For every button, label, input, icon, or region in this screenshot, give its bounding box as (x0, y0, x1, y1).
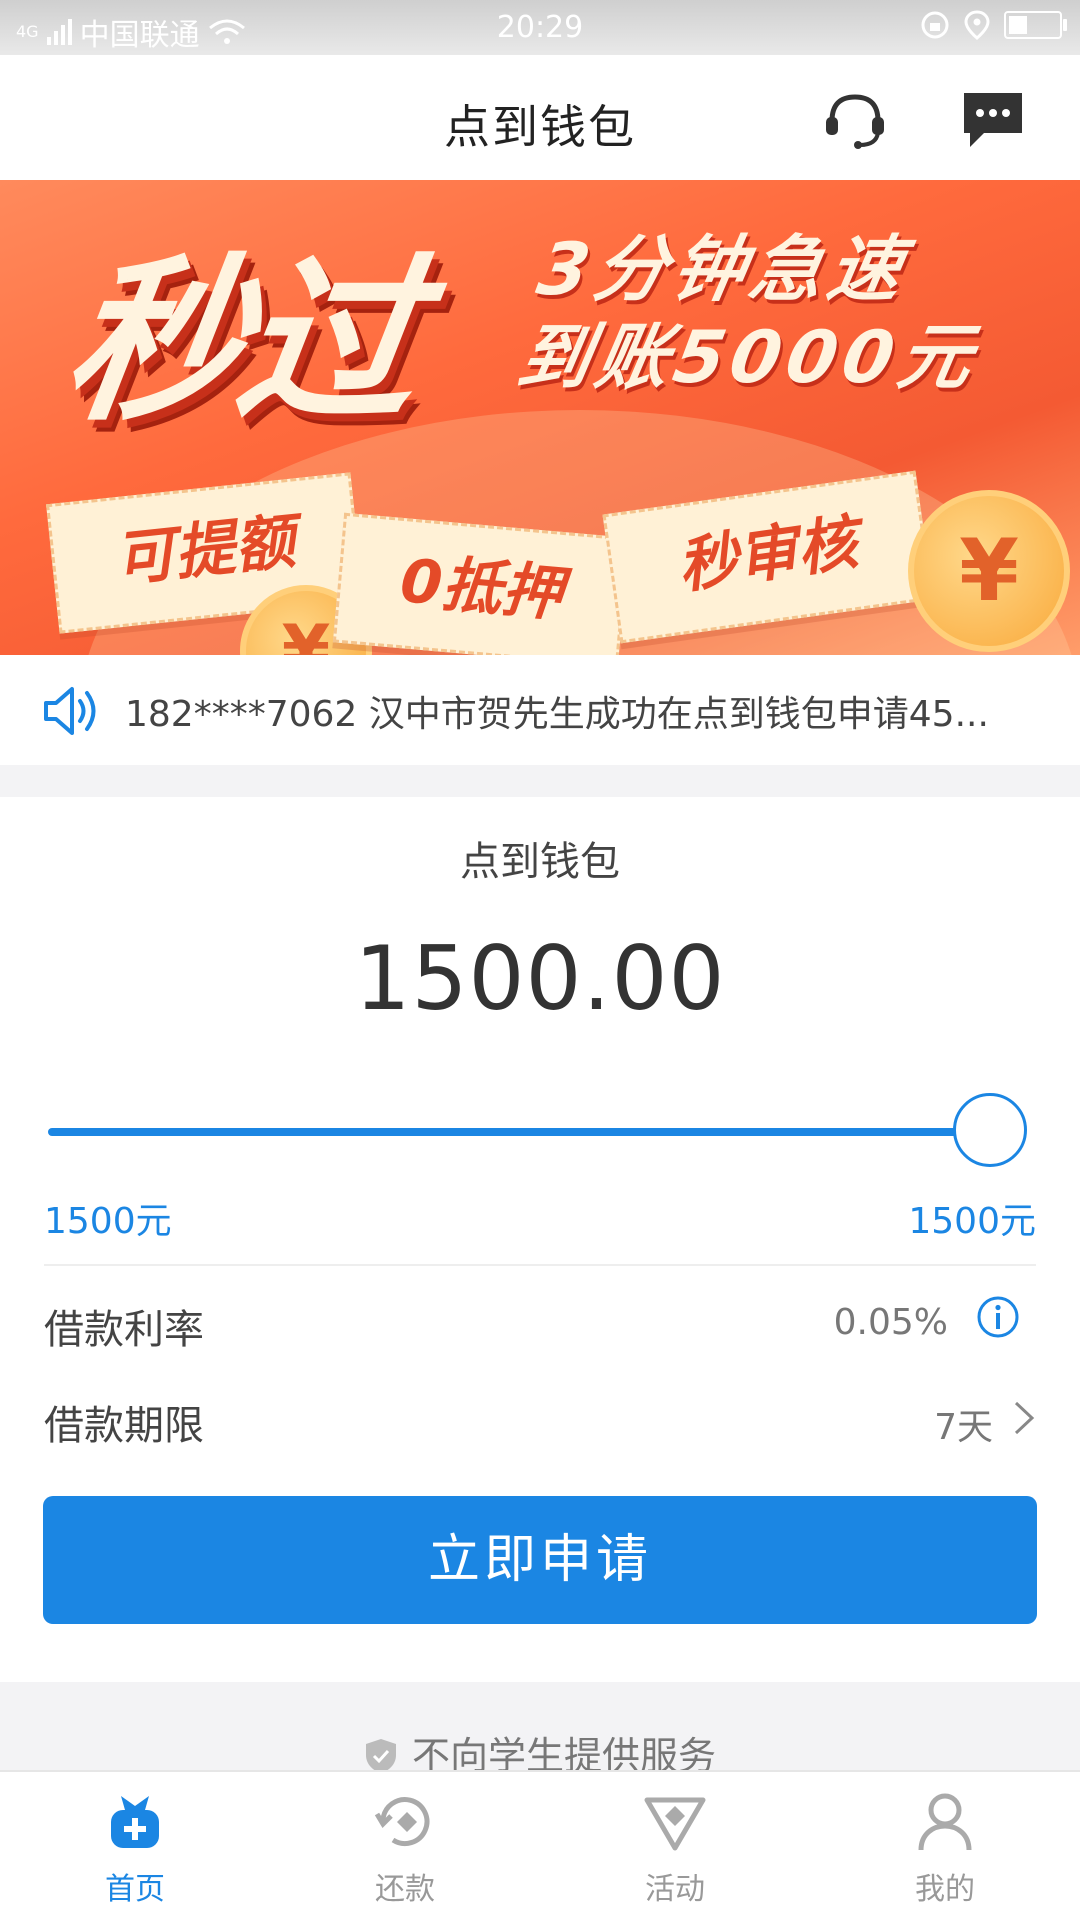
max-amount-label: 1500元 (908, 1201, 1036, 1242)
min-amount-label: 1500元 (44, 1201, 172, 1242)
amount-slider-thumb[interactable] (953, 1093, 1027, 1167)
announcement-text: 182****7062 汉中市贺先生成功在点到钱包申请45... (125, 694, 989, 735)
page-title: 点到钱包 (444, 100, 636, 154)
battery-icon (1004, 11, 1067, 39)
loan-amount: 1500.00 (354, 927, 726, 1030)
loan-card: 点到钱包 1500.00 1500元 1500元 借款利率 0.05% 借款期限… (0, 797, 1080, 1682)
banner-tag-no-collateral: 0抵押 (332, 512, 630, 655)
nav-activity-label: 活动 (645, 1872, 705, 1907)
bottom-navigation: 首页 还款 活动 我的 (0, 1770, 1080, 1922)
app-header: 点到钱包 (0, 55, 1080, 180)
nav-activity[interactable]: 活动 (575, 1790, 775, 1908)
rotation-lock-icon (921, 11, 949, 39)
interest-rate-label: 借款利率 (44, 1307, 204, 1353)
nav-home-label: 首页 (105, 1872, 165, 1907)
loan-term-label: 借款期限 (44, 1403, 204, 1449)
nav-profile-label: 我的 (915, 1872, 975, 1907)
chevron-right-icon[interactable] (1010, 1399, 1038, 1437)
status-bar: 4G 中国联通 20:29 (0, 0, 1080, 55)
interest-rate-value: 0.05% (833, 1302, 948, 1343)
activity-icon (644, 1797, 706, 1851)
nav-repay-label: 还款 (375, 1872, 435, 1907)
product-name: 点到钱包 (460, 839, 620, 885)
chat-bubble-icon[interactable] (958, 85, 1028, 155)
loan-term-value[interactable]: 7天 (934, 1398, 993, 1450)
apply-now-button[interactable]: 立即申请 (43, 1496, 1037, 1624)
divider (44, 1264, 1036, 1266)
nav-repay[interactable]: 还款 (305, 1790, 505, 1908)
amount-slider-track[interactable] (48, 1128, 994, 1136)
profile-icon (918, 1793, 972, 1851)
nav-profile[interactable]: 我的 (845, 1790, 1045, 1908)
location-icon (964, 10, 990, 40)
headset-icon[interactable] (820, 85, 890, 155)
coin-icon: ¥ (908, 490, 1070, 652)
home-bag-icon (111, 1796, 159, 1848)
speaker-icon (44, 687, 96, 735)
announcement-bar: 182****7062 汉中市贺先生成功在点到钱包申请45... (0, 655, 1080, 765)
promo-banner[interactable]: 秒过 3分钟急速 到账5000元 可提额 ¥ 0抵押 秒审核 ¥ (0, 180, 1080, 655)
banner-headline: 秒过 (53, 238, 427, 445)
banner-line-2: 到账5000元 (511, 315, 985, 399)
info-icon[interactable] (976, 1295, 1020, 1339)
nav-home[interactable]: 首页 (35, 1790, 235, 1908)
repay-icon (374, 1797, 430, 1846)
clock: 20:29 (496, 10, 584, 45)
